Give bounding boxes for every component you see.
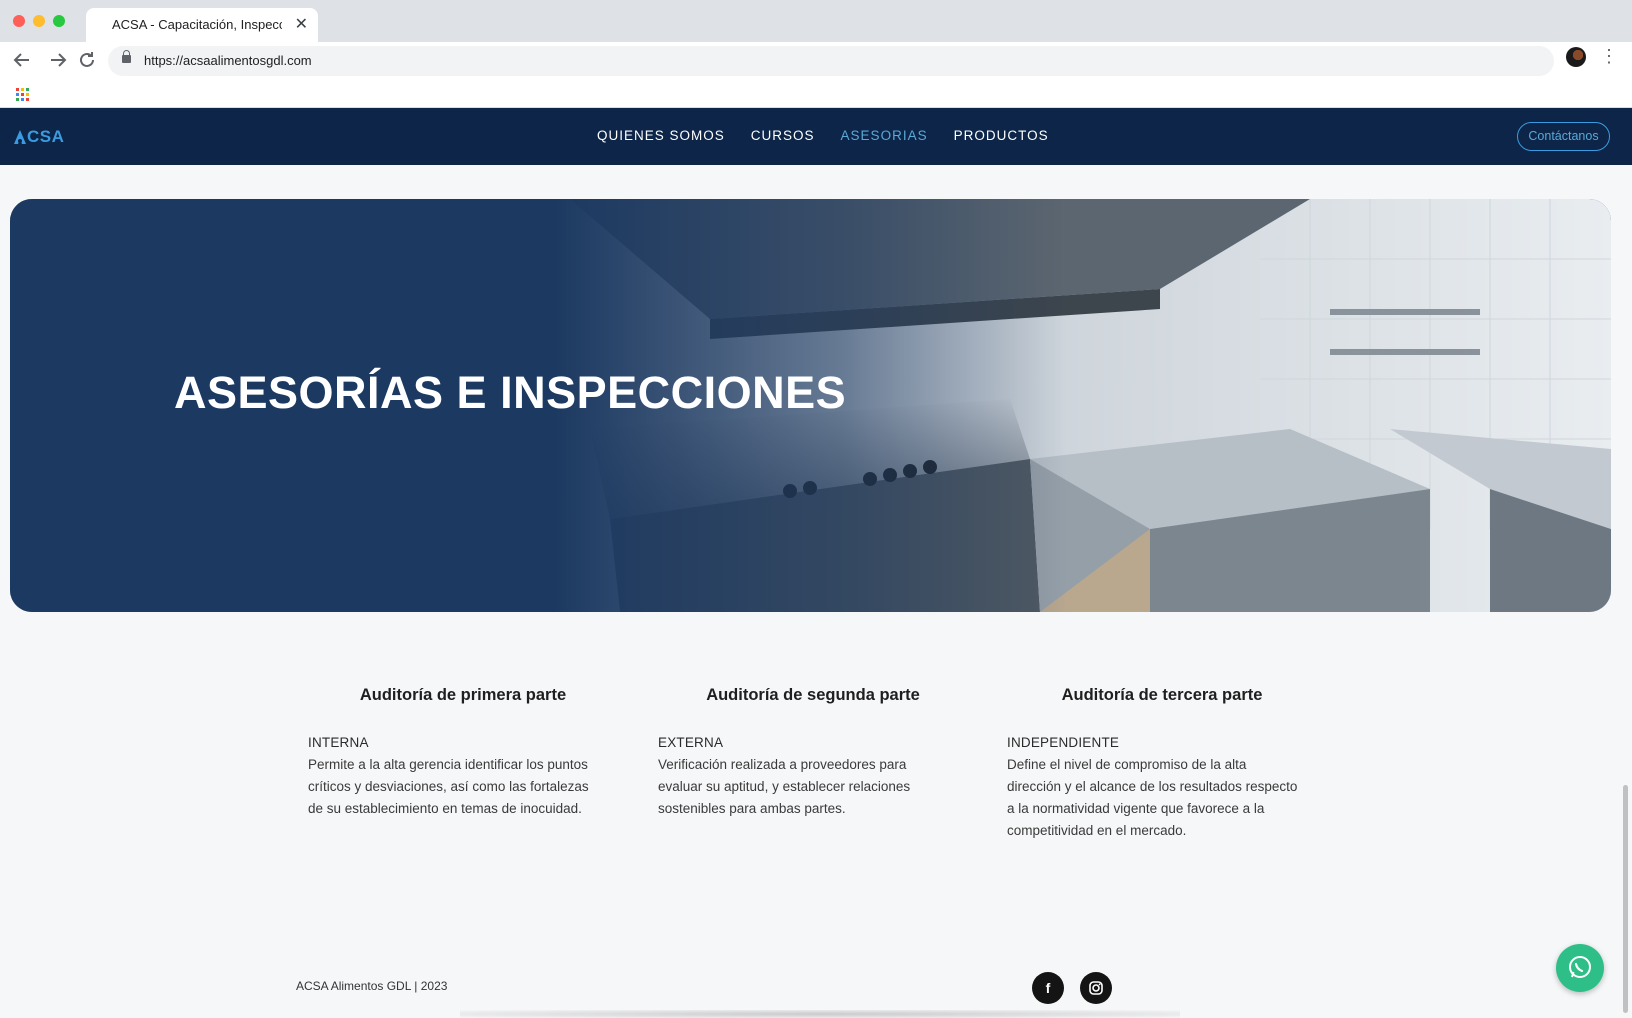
service-card-third-party: Auditoría de tercera parte INDEPENDIENTE… <box>1007 685 1317 842</box>
lock-icon <box>122 50 131 63</box>
apps-grid-icon[interactable] <box>16 88 29 101</box>
address-bar[interactable]: https://acsaalimentosgdl.com <box>108 46 1554 76</box>
card-title: Auditoría de tercera parte <box>1061 686 1263 704</box>
maximize-window-button[interactable] <box>53 15 65 27</box>
card-kicker: EXTERNA <box>658 735 724 750</box>
card-line: de su establecimiento en temas de inocui… <box>308 801 582 816</box>
url-text: https://acsaalimentosgdl.com <box>144 53 312 68</box>
profile-avatar[interactable] <box>1566 47 1586 67</box>
menu-item-cursos[interactable]: CURSOS <box>751 128 815 143</box>
footer-shadow <box>460 1010 1180 1018</box>
contact-button[interactable]: Contáctanos <box>1517 122 1610 151</box>
logo-text: CSA <box>27 127 65 146</box>
browser-menu-icon[interactable]: ⋮ <box>1600 46 1618 66</box>
reload-icon <box>80 52 94 67</box>
menu-item-asesorias[interactable]: ASESORIAS <box>841 128 928 143</box>
close-window-button[interactable] <box>13 15 25 27</box>
card-line: Verificación realizada a proveedores par… <box>658 757 907 772</box>
back-button[interactable] <box>10 48 34 72</box>
menu-item-quienes-somos[interactable]: QUIENES SOMOS <box>597 128 725 143</box>
bookmarks-bar <box>0 80 1632 108</box>
main-menu: QUIENES SOMOS CURSOS ASESORIAS PRODUCTOS <box>597 128 1049 143</box>
logo-mark-icon <box>14 130 26 144</box>
card-kicker: INTERNA <box>308 735 369 750</box>
card-description: Define el nivel de compromiso de la alta… <box>1007 754 1317 842</box>
site-logo[interactable]: CSA <box>14 127 64 147</box>
card-line: evaluar su aptitud, y establecer relacio… <box>658 779 911 794</box>
card-title: Auditoría de primera parte <box>359 686 567 704</box>
site-header: CSA QUIENES SOMOS CURSOS ASESORIAS PRODU… <box>0 108 1632 165</box>
card-line: competitividad en el mercado. <box>1007 823 1187 838</box>
card-kicker: INDEPENDIENTE <box>1007 735 1120 750</box>
instagram-icon <box>1089 981 1103 995</box>
card-line: críticos y desviaciones, así como las fo… <box>308 779 589 794</box>
browser-toolbar: https://acsaalimentosgdl.com ⋮ <box>0 42 1632 80</box>
card-line: sostenibles para ambas partes. <box>658 801 846 816</box>
card-line: Define el nivel de compromiso de la alta <box>1007 757 1247 772</box>
menu-item-productos[interactable]: PRODUCTOS <box>954 128 1049 143</box>
page-title: ASESORÍAS E INSPECCIONES <box>174 367 847 418</box>
service-card-second-party: Auditoría de segunda parte EXTERNA Verif… <box>658 685 968 820</box>
facebook-icon: f <box>1045 980 1051 996</box>
browser-tab-bar: ACSA - Capacitación, Inspecci ✕ <box>0 0 1632 42</box>
arrow-right-icon <box>51 53 67 67</box>
tab-title: ACSA - Capacitación, Inspecci <box>112 17 282 32</box>
whatsapp-button[interactable] <box>1556 944 1604 992</box>
service-card-first-party: Auditoría de primera parte INTERNA Permi… <box>308 685 618 820</box>
instagram-link[interactable] <box>1080 972 1112 1004</box>
hero-banner: ASESORÍAS E INSPECCIONES <box>10 199 1611 612</box>
arrow-left-icon <box>13 53 29 67</box>
reload-button[interactable] <box>75 48 99 72</box>
facebook-link[interactable]: f <box>1032 972 1064 1004</box>
card-line: dirección y el alcance de los resultados… <box>1007 779 1298 794</box>
forward-button[interactable] <box>46 48 70 72</box>
card-title: Auditoría de segunda parte <box>706 686 920 704</box>
footer-copyright: ACSA Alimentos GDL | 2023 <box>296 979 448 993</box>
card-line: Permite a la alta gerencia identificar l… <box>308 757 588 772</box>
card-line: a la normatividad vigente que favorece a… <box>1007 801 1265 816</box>
card-description: Permite a la alta gerencia identificar l… <box>308 754 618 820</box>
page-scrollbar[interactable] <box>1623 785 1628 1013</box>
browser-tab[interactable]: ACSA - Capacitación, Inspecci ✕ <box>86 8 318 42</box>
whatsapp-icon <box>1569 956 1591 978</box>
card-description: Verificación realizada a proveedores par… <box>658 754 968 820</box>
minimize-window-button[interactable] <box>33 15 45 27</box>
tab-close-icon[interactable]: ✕ <box>295 14 308 34</box>
